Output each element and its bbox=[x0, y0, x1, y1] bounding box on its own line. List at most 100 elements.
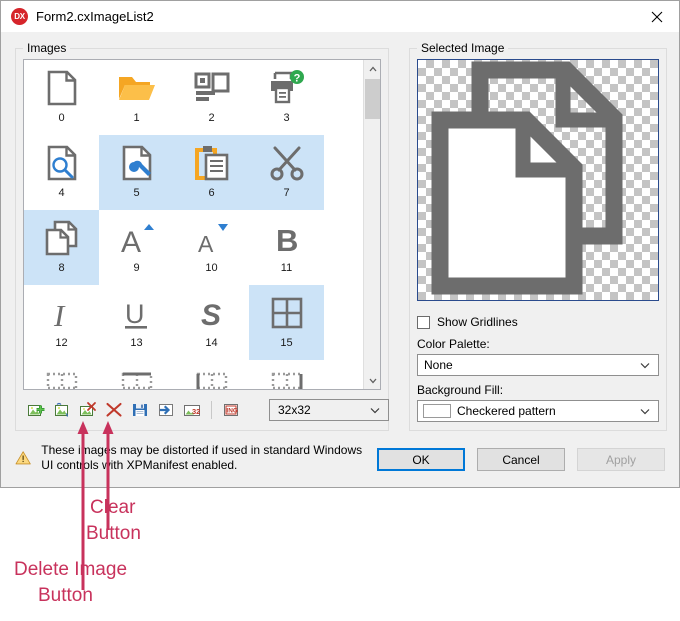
image-cell-7[interactable]: 7 bbox=[249, 135, 324, 210]
background-fill-value: Checkered pattern bbox=[457, 404, 556, 418]
bold-icon: B bbox=[249, 210, 324, 262]
image-cell-17[interactable] bbox=[99, 360, 174, 390]
show-gridlines-label: Show Gridlines bbox=[437, 315, 518, 329]
chevron-down-icon bbox=[640, 362, 650, 369]
background-fill-combo[interactable]: Checkered pattern bbox=[417, 400, 659, 422]
selected-image-group-label: Selected Image bbox=[417, 41, 508, 55]
ok-button[interactable]: OK bbox=[377, 448, 465, 471]
save-floppy-icon bbox=[131, 401, 149, 419]
scroll-up-icon[interactable] bbox=[364, 60, 381, 77]
top-border-icon bbox=[99, 360, 174, 390]
image-cell-10[interactable]: A10 bbox=[174, 210, 249, 285]
image-cell-1[interactable]: 1 bbox=[99, 60, 174, 135]
bit-depth-button[interactable]: 32 bbox=[179, 398, 205, 422]
add-image-button[interactable] bbox=[23, 398, 49, 422]
clear-button[interactable] bbox=[101, 398, 127, 422]
document-properties-icon bbox=[99, 135, 174, 187]
image-grid-row: I12U13 S 14 15 bbox=[24, 285, 364, 360]
image-cell-14[interactable]: S 14 bbox=[174, 285, 249, 360]
image-list[interactable]: 012?345678A9A10B11I12U13S1415 bbox=[23, 59, 381, 390]
svg-text:ING: ING bbox=[226, 408, 238, 415]
image-index-label: 9 bbox=[133, 262, 139, 274]
selected-image-preview[interactable] bbox=[417, 59, 659, 301]
chevron-up-glyph bbox=[369, 66, 377, 72]
image-cell-0[interactable]: 0 bbox=[24, 60, 99, 135]
show-gridlines-row[interactable]: Show Gridlines bbox=[417, 315, 518, 329]
image-index-label: 14 bbox=[205, 337, 217, 349]
image-cell-11[interactable]: B 11 bbox=[249, 210, 324, 285]
annotation-clear-line1: Clear bbox=[90, 497, 135, 519]
image-cell-12[interactable]: I12 bbox=[24, 285, 99, 360]
svg-text:B: B bbox=[276, 223, 298, 256]
image-grid-row: 012?3 bbox=[24, 60, 364, 135]
image-cell-9[interactable]: A9 bbox=[99, 210, 174, 285]
image-index-label: 1 bbox=[133, 112, 139, 124]
image-cell-16[interactable] bbox=[24, 360, 99, 390]
image-cell-8[interactable]: 8 bbox=[24, 210, 99, 285]
image-index-label: 3 bbox=[283, 112, 289, 124]
color-palette-combo[interactable]: None bbox=[417, 354, 659, 376]
scroll-down-icon[interactable] bbox=[364, 372, 381, 389]
image-cell-18[interactable] bbox=[174, 360, 249, 390]
svg-text:U: U bbox=[125, 299, 145, 329]
annotation-delete-line1: Delete Image bbox=[14, 559, 127, 581]
chevron-down-icon bbox=[370, 407, 380, 414]
annotation-delete-line2: Button bbox=[38, 585, 93, 607]
image-list-scrollbar[interactable] bbox=[363, 60, 380, 389]
image-index-label: 11 bbox=[281, 262, 292, 274]
delete-image-icon bbox=[79, 401, 97, 419]
image-cell-2[interactable]: 2 bbox=[174, 60, 249, 135]
italic-icon: I bbox=[24, 285, 99, 337]
image-cell-6[interactable]: 6 bbox=[174, 135, 249, 210]
clear-icon bbox=[105, 401, 123, 419]
insert-image-button[interactable] bbox=[49, 398, 75, 422]
cut-scissors-icon bbox=[249, 135, 324, 187]
left-border-icon bbox=[174, 360, 249, 390]
image-format-button[interactable]: ING bbox=[218, 398, 244, 422]
svg-text:I: I bbox=[53, 298, 66, 331]
toolbar-separator bbox=[211, 401, 212, 419]
export-button[interactable] bbox=[153, 398, 179, 422]
close-icon[interactable] bbox=[634, 1, 679, 32]
window-title: Form2.cxImageList2 bbox=[36, 9, 154, 24]
image-cell-13[interactable]: U13 bbox=[99, 285, 174, 360]
warning-message: These images may be distorted if used in… bbox=[41, 443, 367, 473]
image-index-label: 15 bbox=[280, 337, 292, 349]
image-cell-15[interactable]: 15 bbox=[249, 285, 324, 360]
show-gridlines-checkbox[interactable] bbox=[417, 316, 430, 329]
copy-documents-icon bbox=[24, 210, 99, 262]
copy-documents-icon bbox=[418, 60, 659, 301]
close-glyph bbox=[651, 11, 663, 23]
image-index-label: 2 bbox=[208, 112, 214, 124]
image-size-combo[interactable]: 32x32 bbox=[269, 399, 389, 421]
save-button[interactable] bbox=[127, 398, 153, 422]
svg-text:?: ? bbox=[293, 73, 300, 85]
background-fill-label: Background Fill: bbox=[417, 383, 503, 397]
bit-depth-32-icon: 32 bbox=[183, 401, 201, 419]
print-preview-icon: ? bbox=[249, 60, 324, 112]
image-cell-4[interactable]: 4 bbox=[24, 135, 99, 210]
paste-clipboard-icon bbox=[174, 135, 249, 187]
image-cell-5[interactable]: 5 bbox=[99, 135, 174, 210]
image-grid-row bbox=[24, 360, 364, 390]
no-border-icon bbox=[24, 360, 99, 390]
delete-image-button[interactable] bbox=[75, 398, 101, 422]
image-cell-3[interactable]: ?3 bbox=[249, 60, 324, 135]
scrollbar-thumb[interactable] bbox=[365, 79, 380, 119]
grow-font-icon: A bbox=[99, 210, 174, 262]
image-index-label: 4 bbox=[58, 187, 64, 199]
svg-text:A: A bbox=[121, 226, 141, 256]
cancel-button[interactable]: Cancel bbox=[477, 448, 565, 471]
images-group-label: Images bbox=[23, 41, 70, 55]
image-grid-row: 8A9A10B11 bbox=[24, 210, 364, 285]
image-index-label: 5 bbox=[133, 187, 139, 199]
strikethrough-icon: S bbox=[174, 285, 249, 337]
svg-text:S: S bbox=[201, 299, 221, 331]
warning-bar: These images may be distorted if used in… bbox=[15, 438, 367, 478]
image-cell-19[interactable] bbox=[249, 360, 324, 390]
open-folder-icon bbox=[99, 60, 174, 112]
warning-triangle-icon bbox=[15, 446, 31, 470]
svg-text:A: A bbox=[198, 231, 214, 256]
apply-button: Apply bbox=[577, 448, 665, 471]
insert-image-icon bbox=[53, 401, 71, 419]
